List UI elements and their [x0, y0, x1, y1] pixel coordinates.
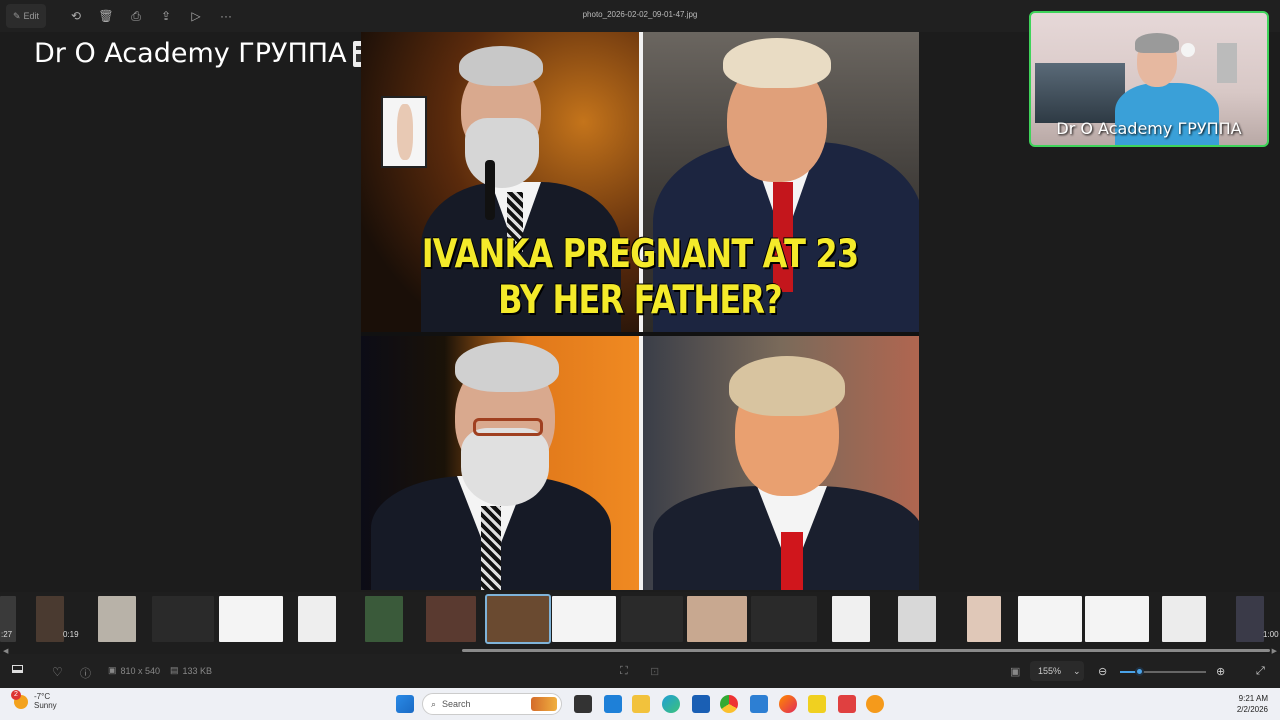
- filmstrip-thumb[interactable]: [219, 596, 283, 642]
- taskbar-search[interactable]: ⌕ Search: [422, 693, 562, 715]
- file-explorer-icon[interactable]: [632, 695, 650, 713]
- fit-screen-icon[interactable]: ⛶: [620, 665, 628, 678]
- filmstrip-thumb[interactable]: [36, 596, 64, 642]
- photos-app-icon[interactable]: [604, 695, 622, 713]
- filmstrip-scrollbar[interactable]: ◀ ▶: [0, 646, 1280, 655]
- filmstrip-thumb[interactable]: [1018, 596, 1082, 642]
- weather-temp: -7°C: [34, 692, 51, 701]
- filesize-info: ▤ 133 KB: [170, 665, 212, 676]
- headline-line-2: BY HER FATHER?: [498, 278, 783, 323]
- save-icon: ▤: [170, 665, 179, 675]
- bitcoin-app-icon[interactable]: [866, 695, 884, 713]
- filesize-text: 133 KB: [182, 665, 213, 676]
- overlay-title-text: Dr O Academy ГРУППА: [34, 38, 347, 69]
- filmstrip-thumb[interactable]: [898, 596, 936, 642]
- photo-divider-horizontal: [361, 332, 919, 336]
- filmstrip-thumb[interactable]: [152, 596, 214, 642]
- filmstrip-thumb[interactable]: [1236, 596, 1264, 642]
- firefox-icon[interactable]: [779, 695, 797, 713]
- actual-size-icon[interactable]: ⊡: [650, 665, 659, 678]
- filmstrip-thumb[interactable]: [552, 596, 616, 642]
- dimensions-text: 810 x 540: [120, 665, 161, 676]
- main-photo: IVANKA PREGNANT AT 23 BY HER FATHER?: [361, 32, 919, 590]
- mail-app-icon[interactable]: [750, 695, 768, 713]
- filmstrip-toggle-icon[interactable]: [12, 665, 23, 673]
- zoom-value: 155%: [1038, 666, 1062, 676]
- filmstrip-thumb[interactable]: [967, 596, 1001, 642]
- weather-condition: Sunny: [34, 701, 57, 710]
- filmstrip-thumb[interactable]: [365, 596, 403, 642]
- headline-line-1: IVANKA PREGNANT AT 23: [421, 232, 859, 277]
- info-icon[interactable]: ⓘ: [80, 665, 91, 681]
- filmstrip-thumb[interactable]: [751, 596, 817, 642]
- zoom-dropdown[interactable]: 155% ⌄: [1030, 661, 1084, 681]
- scrollbar-thumb[interactable]: [462, 649, 1270, 652]
- windows-start-icon[interactable]: [396, 695, 414, 713]
- taskbar-clock[interactable]: 9:21 AM 2/2/2026: [1237, 693, 1268, 715]
- held-photo-card: [381, 96, 427, 168]
- search-icon: ⌕: [431, 698, 437, 709]
- stream-overlay-title: Dr O Academy ГРУППА: [34, 38, 365, 69]
- webcam-background-window: [1035, 63, 1125, 123]
- sun-icon: 2: [11, 690, 28, 709]
- zoom-out-icon[interactable]: ⊖: [1098, 665, 1107, 678]
- filmstrip-thumb-selected[interactable]: [485, 594, 551, 644]
- search-highlight-icon: [531, 697, 557, 711]
- thumb-time-mid: 0:19: [63, 630, 79, 639]
- zoom-in-icon[interactable]: ⊕: [1216, 665, 1225, 678]
- viewer-statusbar: ♡ ⓘ ▣ 810 x 540 ▤ 133 KB ⛶ ⊡ ▣ 155% ⌄ ⊖ …: [0, 654, 1280, 688]
- photo-quadrant-bottom-left: [361, 336, 639, 590]
- thumb-time-right: 1:00: [1263, 630, 1279, 639]
- chevron-down-icon: ⌄: [1073, 665, 1081, 676]
- telegram-app-icon[interactable]: [838, 695, 856, 713]
- filmstrip-thumb[interactable]: [621, 596, 683, 642]
- windows-taskbar: 2 -7°C Sunny ⌕ Search 9:21 AM 2/2/2026: [0, 688, 1280, 720]
- store-app-icon[interactable]: [692, 695, 710, 713]
- webcam-overlay: Dr O Academy ГРУППА: [1029, 11, 1269, 147]
- image-icon: ▣: [108, 665, 117, 675]
- filmstrip-thumb[interactable]: [832, 596, 870, 642]
- fit-window-icon[interactable]: ▣: [1010, 665, 1020, 678]
- chrome-icon[interactable]: [720, 695, 738, 713]
- filmstrip-thumb[interactable]: [1162, 596, 1206, 642]
- edge-browser-icon[interactable]: [662, 695, 680, 713]
- photo-quadrant-bottom-right: [643, 336, 919, 590]
- task-view-icon[interactable]: [574, 695, 592, 713]
- filmstrip-thumb[interactable]: [298, 596, 336, 642]
- filmstrip-thumb[interactable]: [1085, 596, 1149, 642]
- webcam-name-label: Dr O Academy ГРУППА: [1056, 119, 1242, 138]
- filmstrip-thumb[interactable]: [687, 596, 747, 642]
- zoom-slider-knob[interactable]: [1135, 667, 1144, 676]
- favorite-icon[interactable]: ♡: [52, 665, 63, 679]
- clock-time: 9:21 AM: [1238, 694, 1268, 703]
- thumb-time-left: :27: [1, 630, 13, 639]
- fullscreen-icon[interactable]: ⤢: [1256, 665, 1265, 678]
- notification-badge: 2: [11, 690, 21, 700]
- zoom-slider[interactable]: [1120, 667, 1206, 676]
- pm-app-icon[interactable]: [808, 695, 826, 713]
- filmstrip: :27 0:19 1:00: [0, 592, 1280, 646]
- search-placeholder: Search: [442, 699, 471, 709]
- filmstrip-thumb[interactable]: [426, 596, 476, 642]
- dimensions-info: ▣ 810 x 540: [108, 665, 160, 676]
- photo-headline: IVANKA PREGNANT AT 23 BY HER FATHER?: [411, 232, 869, 324]
- weather-widget[interactable]: 2 -7°C Sunny: [11, 690, 57, 710]
- clock-date: 2/2/2026: [1236, 705, 1268, 714]
- filmstrip-thumb[interactable]: [98, 596, 136, 642]
